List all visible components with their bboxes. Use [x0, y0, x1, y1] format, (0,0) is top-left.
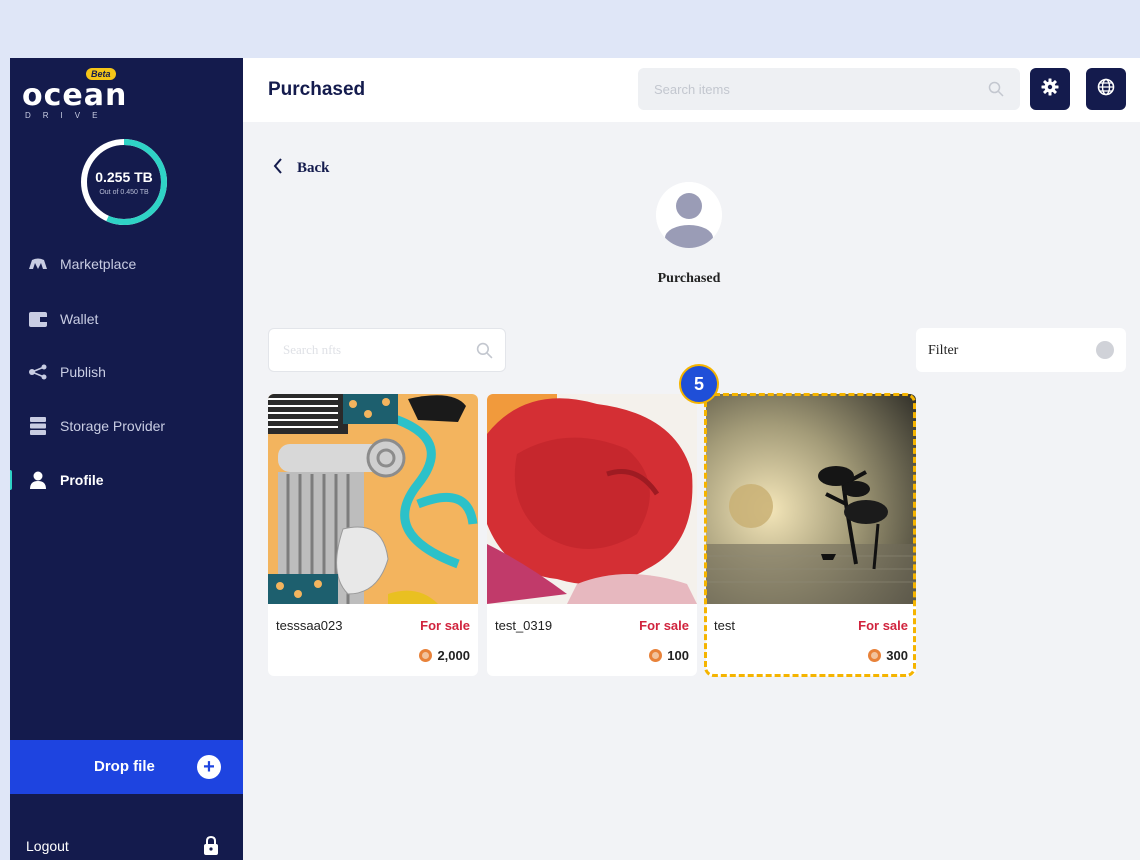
sale-status: For sale [639, 618, 689, 633]
wallet-icon [28, 309, 48, 329]
logo-subtitle: DRIVE [25, 111, 110, 120]
sidebar-item-publish[interactable]: Publish [10, 354, 243, 390]
filter-label: Filter [928, 343, 959, 358]
user-icon [28, 470, 48, 490]
sidebar-item-label: Publish [60, 364, 106, 380]
nft-artwork-collage [268, 394, 478, 604]
app-window: ocean Beta DRIVE 0.255 TB Out of 0.450 T… [10, 58, 1140, 860]
profile-name: Purchased [657, 271, 721, 286]
beta-badge: Beta [86, 68, 116, 80]
gear-icon [1041, 78, 1059, 101]
sidebar-item-label: Storage Provider [60, 418, 166, 434]
nft-name: test [714, 618, 735, 633]
price-value: 2,000 [437, 648, 470, 663]
search-items-input[interactable] [654, 81, 984, 97]
sidebar-item-label: Profile [60, 472, 104, 488]
language-button[interactable] [1086, 68, 1126, 110]
logo-word: ocean [22, 78, 128, 113]
ocean-token-icon [419, 649, 433, 662]
logout-label: Logout [26, 838, 69, 854]
sidebar-item-profile[interactable]: Profile [10, 462, 243, 498]
nft-price: 100 [649, 648, 689, 663]
drop-file-button[interactable]: Drop file + [10, 740, 243, 794]
price-value: 100 [667, 648, 689, 663]
nft-card[interactable]: test For sale 300 [706, 394, 916, 676]
avatar-placeholder-icon [656, 182, 722, 248]
sidebar-item-label: Marketplace [60, 256, 137, 272]
plus-icon: + [197, 755, 221, 779]
search-nfts-box[interactable] [268, 328, 506, 372]
nft-name: test_0319 [495, 618, 553, 633]
page-title: Purchased [268, 79, 366, 100]
storage-usage-ring: 0.255 TB Out of 0.450 TB [80, 138, 168, 226]
sale-status: For sale [420, 618, 470, 633]
nft-artwork-red-ink [487, 394, 697, 604]
ocean-token-icon [868, 649, 882, 662]
nft-price: 300 [868, 648, 908, 663]
server-icon [28, 416, 48, 436]
marketplace-icon [28, 254, 48, 274]
top-header: Purchased [243, 58, 1140, 122]
sidebar-item-storage-provider[interactable]: Storage Provider [10, 408, 243, 444]
nft-price: 2,000 [419, 648, 470, 663]
nft-card[interactable]: test_0319 For sale 100 [487, 394, 697, 676]
globe-icon [1097, 78, 1115, 101]
back-label: Back [297, 160, 330, 176]
settings-button[interactable] [1030, 68, 1070, 110]
ocean-drive-logo[interactable]: ocean Beta DRIVE [22, 68, 132, 120]
search-nfts-input[interactable] [283, 342, 463, 358]
ocean-token-icon [649, 649, 663, 662]
profile-avatar [656, 182, 722, 248]
storage-used: 0.255 TB [95, 169, 153, 185]
chevron-down-icon [1096, 341, 1114, 359]
search-icon[interactable] [476, 342, 493, 364]
sidebar-item-marketplace[interactable]: Marketplace [10, 246, 243, 282]
sale-status: For sale [858, 618, 908, 633]
chevron-left-icon [273, 158, 283, 179]
sidebar: ocean Beta DRIVE 0.255 TB Out of 0.450 T… [10, 58, 243, 860]
back-button[interactable]: Back [273, 158, 330, 179]
nft-card[interactable]: tesssaa023 For sale 2,000 [268, 394, 478, 676]
sidebar-item-wallet[interactable]: Wallet [10, 301, 243, 337]
search-icon[interactable] [988, 81, 1004, 102]
logout-button[interactable]: Logout [10, 828, 243, 860]
drop-file-label: Drop file [94, 758, 155, 775]
price-value: 300 [886, 648, 908, 663]
nft-artwork-sunset-tree [706, 394, 916, 604]
share-icon [28, 362, 48, 382]
lock-icon [203, 835, 219, 858]
storage-total: Out of 0.450 TB [99, 189, 149, 196]
step-number-badge: 5 [679, 364, 719, 404]
filter-dropdown[interactable]: Filter [916, 328, 1126, 372]
sidebar-item-label: Wallet [60, 311, 99, 327]
nft-name: tesssaa023 [276, 618, 343, 633]
search-items-box[interactable] [638, 68, 1020, 110]
